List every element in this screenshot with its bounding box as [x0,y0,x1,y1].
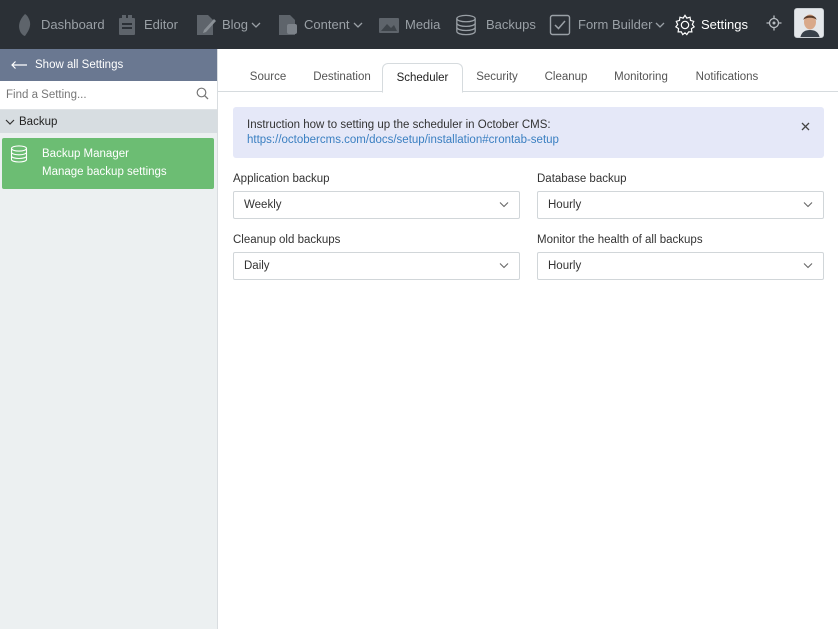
nav-editor[interactable]: Editor [117,0,178,49]
editor-icon [117,13,139,37]
chevron-down-icon [803,199,813,211]
settings-group-label: Backup [19,115,58,128]
chevron-down-icon [499,260,509,272]
show-all-settings-label: Show all Settings [35,59,124,71]
nav-media-label: Media [405,17,441,32]
nav-backups-label: Backups [486,17,536,32]
database-icon [455,13,477,37]
sidebar-item-backup-manager[interactable]: Backup Manager Manage backup settings [2,138,214,189]
blog-icon [195,13,217,37]
nav-dashboard-label: Dashboard [41,17,105,32]
chevron-down-icon [251,21,261,29]
database-backup-value: Hourly [548,199,582,211]
sidebar-item-description: Manage backup settings [42,166,167,178]
nav-form-builder-label: Form Builder [578,17,653,32]
tab-source[interactable]: Source [238,63,298,92]
database-backup-label: Database backup [537,173,627,185]
tab-cleanup[interactable]: Cleanup [536,63,596,92]
nav-content-label: Content [304,17,350,32]
chevron-down-icon [499,199,509,211]
database-backup-select[interactable]: Hourly [537,191,824,219]
monitor-health-label: Monitor the health of all backups [537,234,703,246]
locate-icon[interactable] [766,15,782,34]
crontab-setup-link[interactable]: https://octobercms.com/docs/setup/instal… [247,133,810,148]
monitor-health-value: Hourly [548,260,582,272]
nav-content[interactable]: Content [277,0,363,49]
tab-security[interactable]: Security [468,63,526,92]
chevron-down-icon [803,260,813,272]
tab-scheduler[interactable]: Scheduler [382,63,463,93]
top-navigation-bar: Dashboard Editor Blog Content Media Back… [0,0,838,49]
checkbox-icon [549,13,571,37]
nav-blog[interactable]: Blog [195,0,261,49]
cleanup-old-backups-value: Daily [244,260,270,272]
settings-group-backup[interactable]: Backup [0,110,217,133]
nav-backups[interactable]: Backups [455,0,536,49]
scheduler-instruction-callout: Instruction how to setting up the schedu… [233,107,824,158]
application-backup-select[interactable]: Weekly [233,191,520,219]
main-content: Source Destination Scheduler Security Cl… [218,49,838,629]
settings-search-input[interactable] [6,89,176,101]
tab-monitoring[interactable]: Monitoring [607,63,675,92]
monitor-health-select[interactable]: Hourly [537,252,824,280]
settings-sidebar: Show all Settings Backup Backup Manager … [0,49,218,629]
settings-tabs: Source Destination Scheduler Security Cl… [218,63,838,93]
nav-form-builder[interactable]: Form Builder [549,0,665,49]
search-icon[interactable] [196,87,209,103]
show-all-settings-link[interactable]: Show all Settings [0,49,217,81]
media-icon [378,13,400,37]
octobercms-leaf-icon [14,13,36,37]
application-backup-label: Application backup [233,173,330,185]
nav-settings[interactable]: Settings [674,0,748,49]
close-icon[interactable] [801,121,810,136]
database-icon [10,145,28,182]
sidebar-item-title: Backup Manager [42,148,129,160]
settings-search [0,81,217,110]
arrow-left-icon [10,60,28,70]
gear-icon [674,13,696,37]
chevron-down-icon [5,118,15,126]
nav-dashboard[interactable]: Dashboard [14,0,105,49]
nav-blog-label: Blog [222,17,249,32]
nav-settings-label: Settings [701,17,748,32]
chevron-down-icon [655,21,665,29]
nav-editor-label: Editor [144,17,178,32]
application-backup-value: Weekly [244,199,282,211]
user-avatar[interactable] [794,8,824,38]
chevron-down-icon [353,21,363,29]
content-icon [277,13,299,37]
tab-destination[interactable]: Destination [306,63,378,92]
callout-text: Instruction how to setting up the schedu… [247,119,551,131]
cleanup-old-backups-select[interactable]: Daily [233,252,520,280]
cleanup-old-backups-label: Cleanup old backups [233,234,341,246]
nav-media[interactable]: Media [378,0,440,49]
tab-notifications[interactable]: Notifications [690,63,764,92]
